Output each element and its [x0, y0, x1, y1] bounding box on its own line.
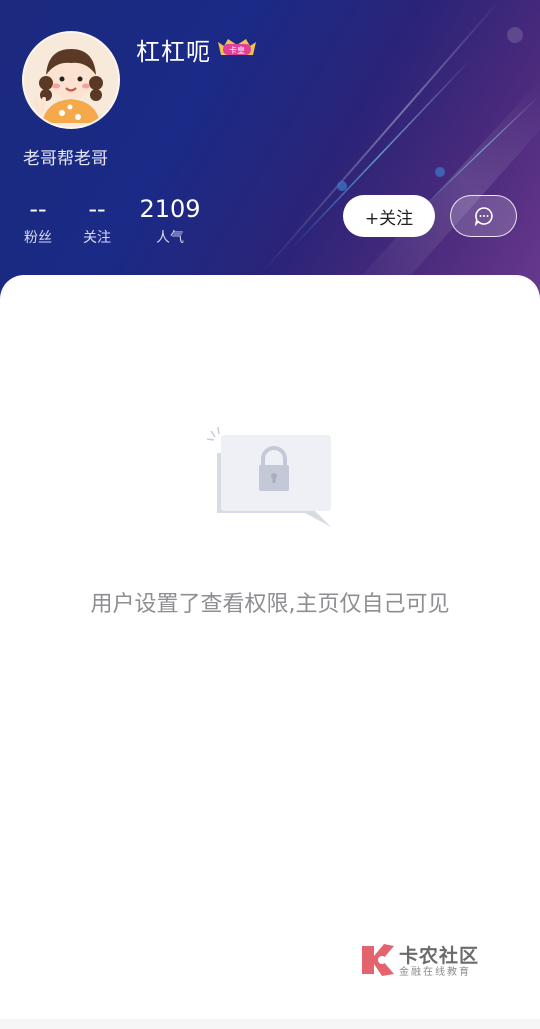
privacy-message: 用户设置了查看权限,主页仅自己可见 — [90, 592, 450, 617]
badge-text: 卡皇 — [229, 45, 245, 55]
vip-badge-icon: 卡皇 — [218, 39, 256, 55]
user-bio: 老哥帮老哥 — [23, 149, 108, 169]
avatar-girl-icon — [24, 33, 118, 127]
chat-bubble-icon — [474, 207, 493, 226]
lock-icon — [206, 426, 331, 527]
message-button[interactable] — [450, 195, 517, 237]
stat-fans[interactable]: -- 粉丝 — [18, 195, 58, 247]
watermark-subtitle: 金融在线教育 — [399, 967, 471, 978]
stat-following-value: -- — [88, 195, 106, 223]
avatar[interactable] — [22, 31, 120, 129]
username: 杠杠呃 — [136, 38, 211, 66]
bottom-safe-area — [0, 1019, 540, 1029]
stat-popularity: 2109 人气 — [138, 195, 202, 247]
stat-fans-value: -- — [29, 195, 47, 223]
profile-header: 杠杠呃 卡皇 老哥帮老哥 -- 粉丝 -- 关注 2109 人气 +关注 — [0, 0, 540, 310]
stat-popularity-label: 人气 — [156, 230, 184, 246]
follow-button[interactable]: +关注 — [343, 195, 435, 237]
stat-following-label: 关注 — [83, 230, 111, 246]
stat-following[interactable]: -- 关注 — [77, 195, 117, 247]
content-panel — [0, 275, 540, 1029]
stat-popularity-value: 2109 — [139, 195, 201, 223]
stat-fans-label: 粉丝 — [24, 230, 52, 246]
